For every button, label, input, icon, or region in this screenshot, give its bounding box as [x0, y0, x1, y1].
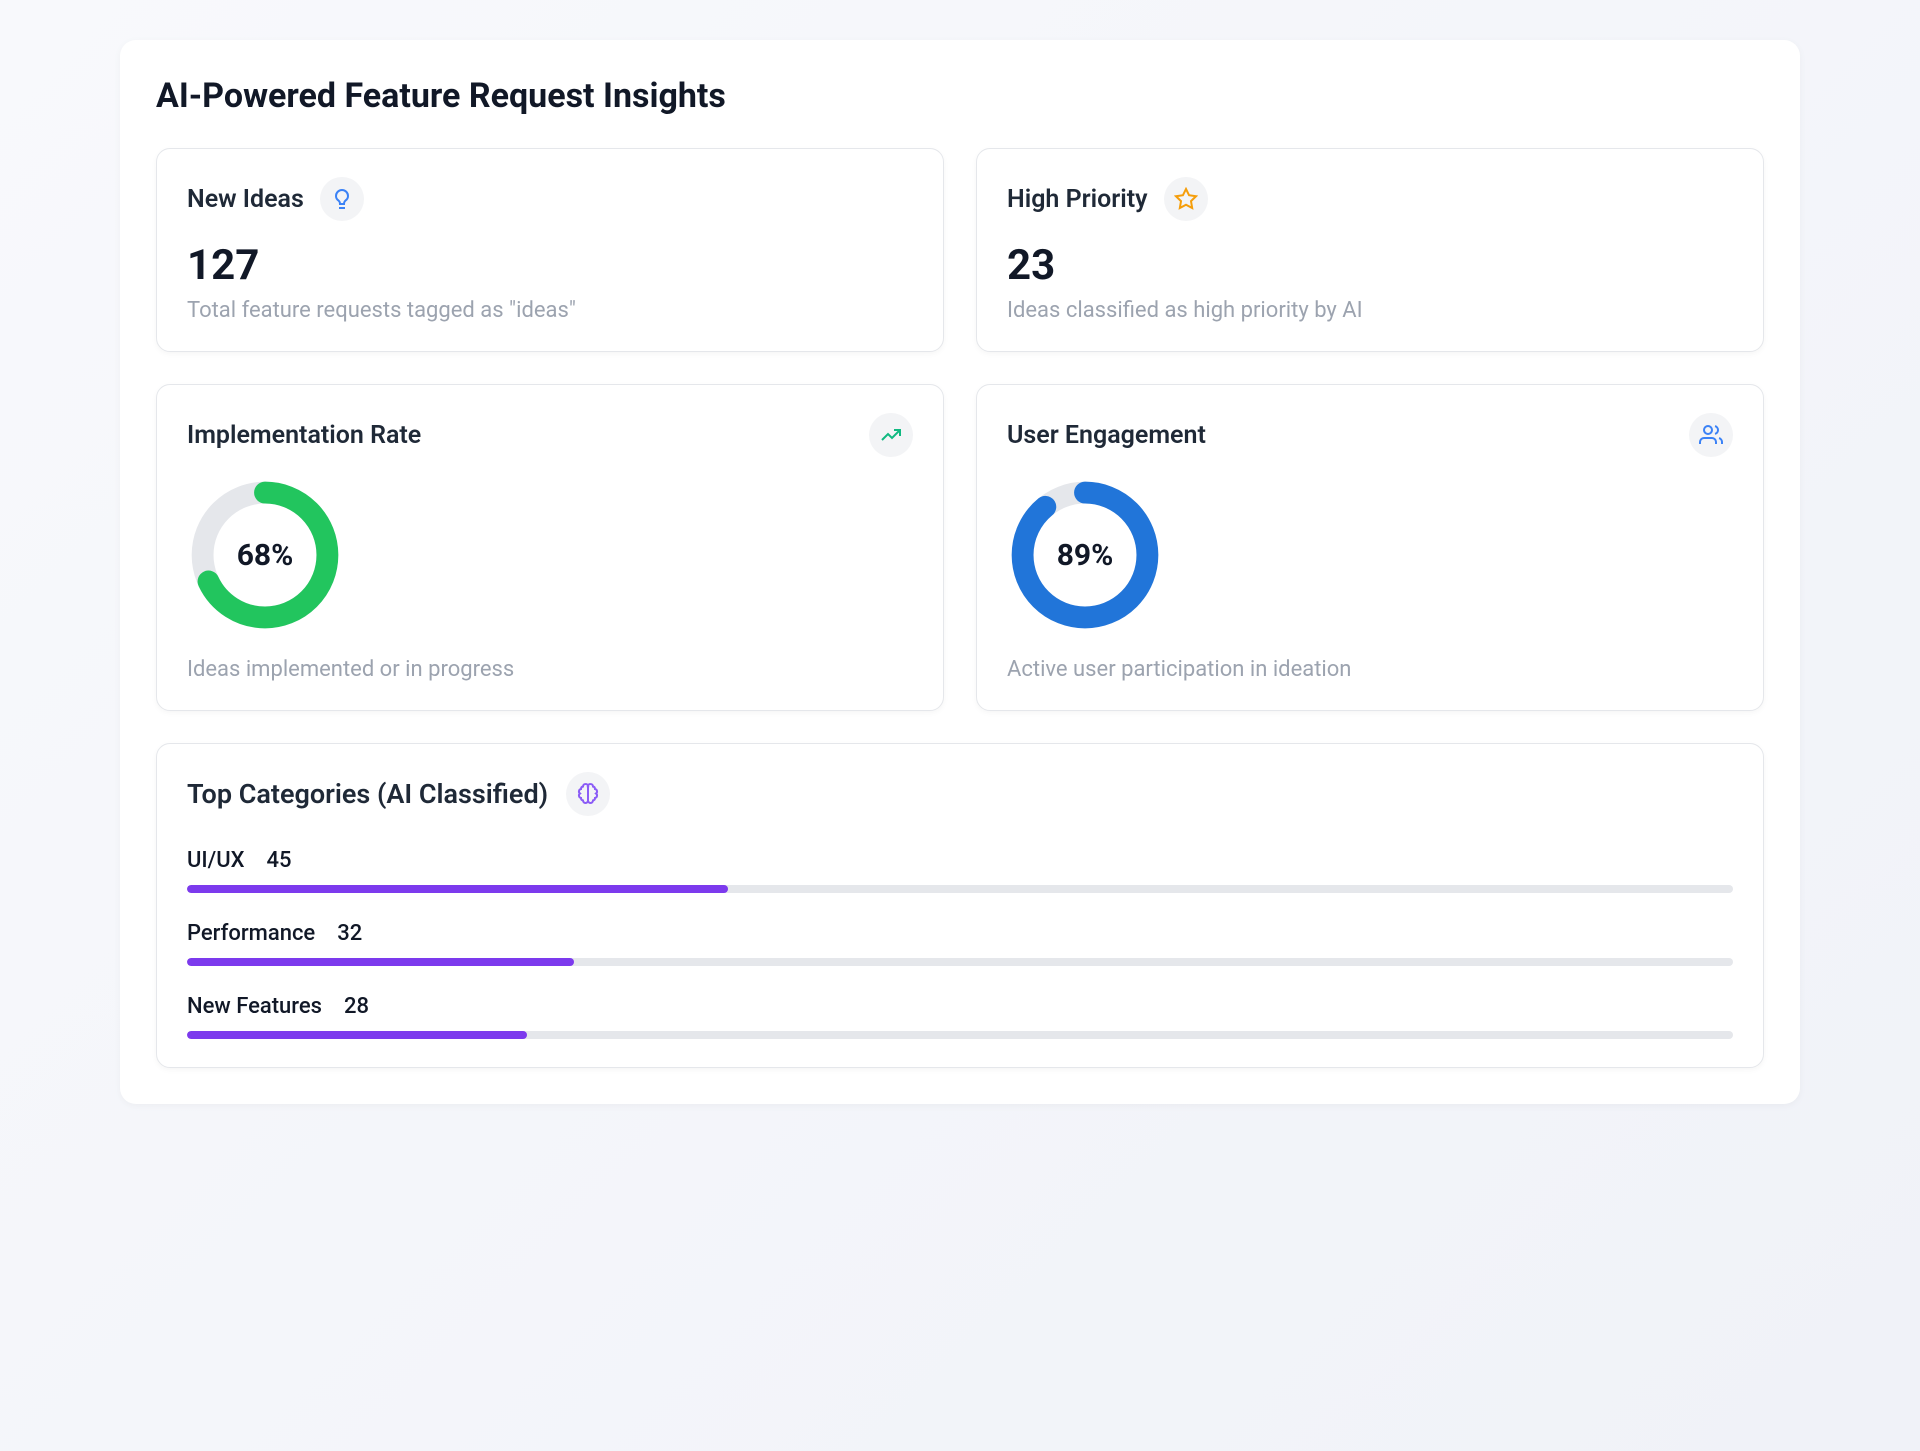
card-value: 23	[1007, 241, 1733, 290]
card-label: High Priority	[1007, 185, 1148, 214]
category-name: Performance	[187, 921, 315, 946]
card-description: Ideas implemented or in progress	[187, 657, 913, 682]
card-description: Total feature requests tagged as "ideas"	[187, 298, 913, 323]
donut-chart: 89%	[1007, 477, 1733, 633]
insights-panel: AI-Powered Feature Request Insights New …	[120, 40, 1800, 1104]
category-row: Performance 32	[187, 921, 1733, 966]
category-labels: Performance 32	[187, 921, 1733, 946]
card-header: High Priority	[1007, 177, 1733, 221]
category-name: New Features	[187, 994, 322, 1019]
trend-up-icon	[869, 413, 913, 457]
high-priority-card: High Priority 23 Ideas classified as hig…	[976, 148, 1764, 352]
stats-row-2: Implementation Rate 68% Ideas i	[156, 384, 1764, 711]
card-title: Top Categories (AI Classified)	[187, 778, 548, 810]
card-header: User Engagement	[1007, 413, 1733, 457]
category-row: New Features 28	[187, 994, 1733, 1039]
card-value: 127	[187, 241, 913, 290]
users-icon	[1689, 413, 1733, 457]
card-label: User Engagement	[1007, 421, 1206, 450]
category-labels: UI/UX 45	[187, 848, 1733, 873]
card-header: Implementation Rate	[187, 413, 913, 457]
card-label: New Ideas	[187, 185, 304, 214]
donut-percent: 89%	[1007, 477, 1163, 633]
progress-track	[187, 885, 1733, 893]
category-row: UI/UX 45	[187, 848, 1733, 893]
category-name: UI/UX	[187, 848, 245, 873]
category-count: 28	[344, 994, 369, 1019]
user-engagement-card: User Engagement 89%	[976, 384, 1764, 711]
category-count: 45	[267, 848, 292, 873]
top-categories-card: Top Categories (AI Classified) UI/UX 45 Pe…	[156, 743, 1764, 1068]
implementation-rate-card: Implementation Rate 68% Ideas i	[156, 384, 944, 711]
progress-track	[187, 958, 1733, 966]
categories-list: UI/UX 45 Performance 32 New Features 28	[187, 848, 1733, 1039]
card-header: Top Categories (AI Classified)	[187, 772, 1733, 816]
card-header: New Ideas	[187, 177, 913, 221]
progress-fill	[187, 885, 728, 893]
card-label: Implementation Rate	[187, 421, 421, 450]
lightbulb-icon	[320, 177, 364, 221]
category-labels: New Features 28	[187, 994, 1733, 1019]
category-count: 32	[337, 921, 362, 946]
donut-percent: 68%	[187, 477, 343, 633]
donut-chart: 68%	[187, 477, 913, 633]
card-description: Active user participation in ideation	[1007, 657, 1733, 682]
card-description: Ideas classified as high priority by AI	[1007, 298, 1733, 323]
stats-row-1: New Ideas 127 Total feature requests tag…	[156, 148, 1764, 352]
progress-fill	[187, 1031, 527, 1039]
new-ideas-card: New Ideas 127 Total feature requests tag…	[156, 148, 944, 352]
brain-icon	[566, 772, 610, 816]
progress-fill	[187, 958, 574, 966]
page-title: AI-Powered Feature Request Insights	[156, 76, 1764, 116]
progress-track	[187, 1031, 1733, 1039]
star-icon	[1164, 177, 1208, 221]
